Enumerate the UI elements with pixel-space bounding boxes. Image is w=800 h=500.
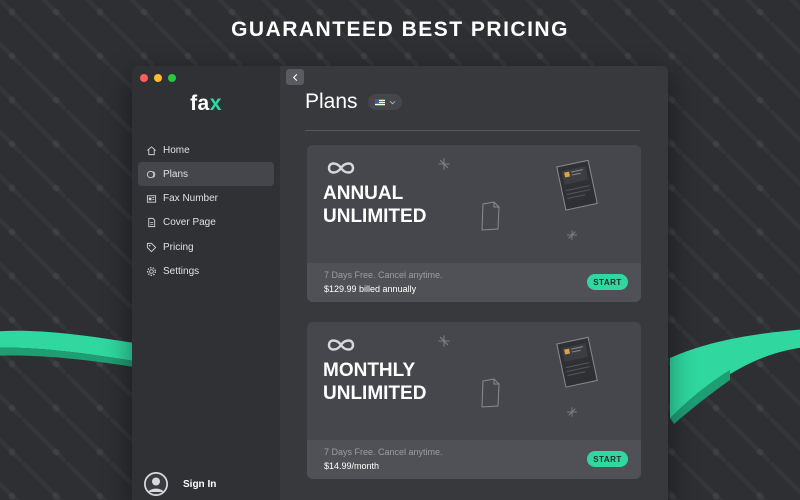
plan-title-line1: ANNUAL [323,183,404,204]
infinity-icon [327,339,355,351]
paper-illustration [481,378,500,408]
plan-price: $129.99 billed annually [324,284,417,294]
sidebar-item-label: Pricing [163,241,194,253]
fax-icon [144,192,158,206]
sign-in-label: Sign In [183,478,217,490]
sparkle-icon [567,407,577,417]
plans-icon [144,167,158,181]
plan-title-line1: MONTHLY [323,360,416,381]
sparkle-icon [438,335,450,347]
plan-promo: 7 Days Free. Cancel anytime. [324,270,443,280]
sign-in-button[interactable]: Sign In [144,472,216,496]
window-controls [140,74,176,82]
us-flag-icon [374,98,385,106]
sidebar-item-label: Fax Number [163,193,219,205]
sidebar-item-home[interactable]: Home [138,138,274,162]
sidebar-item-label: Cover Page [163,217,216,229]
gear-icon [144,264,158,278]
fax-document-illustration [556,336,598,388]
plan-card-annual[interactable]: ANNUAL UNLIMITED 7 Days Free. Cancel any… [307,145,641,302]
plan-footer: 7 Days Free. Cancel anytime. $14.99/mont… [307,440,641,479]
minimize-window-button[interactable] [154,74,162,82]
close-window-button[interactable] [140,74,148,82]
paper-illustration [481,201,500,231]
plan-title-line2: UNLIMITED [323,206,427,227]
sidebar-nav: Home Plans Fax Number Cover Page Pricing… [138,138,274,284]
green-ribbon-right [670,329,800,424]
avatar-icon [144,472,168,496]
sidebar-item-label: Plans [163,168,189,180]
plan-title: MONTHLY UNLIMITED [323,359,483,405]
plan-promo: 7 Days Free. Cancel anytime. [324,447,443,457]
plan-price: $14.99/month [324,461,380,471]
home-icon [144,143,158,157]
plan-card-monthly[interactable]: MONTHLY UNLIMITED 7 Days Free. Cancel an… [307,322,641,479]
logo-accent: x [209,92,222,115]
app-logo: fax [132,92,280,116]
sparkle-icon [567,230,577,240]
marketing-headline: GUARANTEED BEST PRICING [231,18,569,41]
sidebar-item-settings[interactable]: Settings [138,259,274,283]
logo-text: fa [190,92,210,115]
chevron-left-icon [292,73,297,81]
plan-title-line2: UNLIMITED [323,383,427,404]
tag-icon [144,240,158,254]
sidebar-item-cover-page[interactable]: Cover Page [138,211,274,235]
sidebar-item-pricing[interactable]: Pricing [138,235,274,259]
sidebar-item-plans[interactable]: Plans [138,162,274,187]
page-title: Plans [305,90,358,113]
start-button[interactable]: START [587,451,628,467]
fax-document-illustration [556,159,598,211]
chevron-down-icon [389,100,395,104]
sidebar-item-label: Settings [163,265,200,277]
sidebar-item-fax-number[interactable]: Fax Number [138,187,274,211]
green-ribbon-left [0,330,140,368]
sparkle-icon [438,158,450,170]
sidebar-item-label: Home [163,144,190,156]
infinity-icon [327,162,355,174]
plan-footer: 7 Days Free. Cancel anytime. $129.99 bil… [307,263,641,302]
language-selector[interactable] [368,94,402,110]
title-divider [305,130,640,131]
plan-title: ANNUAL UNLIMITED [323,182,483,228]
document-icon [144,216,158,230]
start-button[interactable]: START [587,274,628,290]
zoom-window-button[interactable] [168,74,176,82]
back-button[interactable] [286,69,304,85]
app-window: fax Home Plans Fax Number Cover Page Pri… [132,66,668,500]
sidebar: fax Home Plans Fax Number Cover Page Pri… [132,66,280,500]
